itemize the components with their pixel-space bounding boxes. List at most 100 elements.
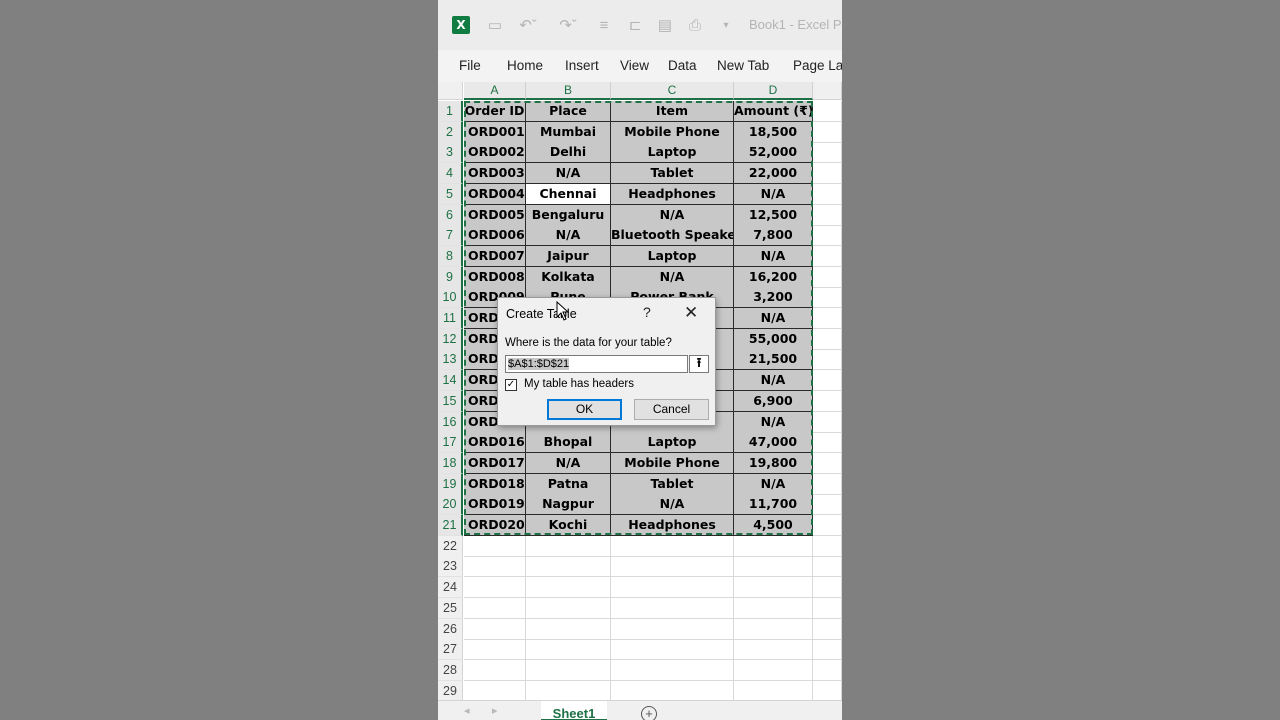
help-button[interactable]: ? <box>643 304 651 320</box>
table-cell[interactable]: 47,000 <box>734 432 813 454</box>
empty-cell[interactable] <box>813 204 842 226</box>
menu-view[interactable]: View <box>620 58 649 73</box>
table-cell[interactable]: 16,200 <box>734 266 813 288</box>
close-icon[interactable]: ✕ <box>684 303 698 323</box>
row-header[interactable]: 18 <box>438 452 463 474</box>
row-header[interactable]: 2 <box>438 121 463 143</box>
empty-cell[interactable] <box>611 556 734 578</box>
empty-cell[interactable] <box>813 556 842 578</box>
open-icon[interactable]: ⊏ <box>626 14 644 36</box>
row-header[interactable]: 14 <box>438 370 463 392</box>
table-cell[interactable]: Nagpur <box>526 494 611 516</box>
row-header[interactable]: 13 <box>438 349 463 371</box>
table-cell[interactable]: ORD016 <box>464 432 526 454</box>
row-header[interactable]: 27 <box>438 639 463 661</box>
table-cell[interactable]: 6,900 <box>734 390 813 412</box>
table-cell[interactable]: Delhi <box>526 142 611 164</box>
headers-checkbox-label[interactable]: My table has headers <box>524 378 634 390</box>
empty-cell[interactable] <box>813 101 842 122</box>
empty-cell[interactable] <box>813 225 842 247</box>
column-header[interactable] <box>813 82 842 100</box>
row-header[interactable]: 12 <box>438 328 463 350</box>
empty-cell[interactable] <box>611 680 734 702</box>
table-cell[interactable]: ORD005 <box>464 204 526 226</box>
table-cell[interactable]: N/A <box>526 452 611 474</box>
row-header[interactable]: 11 <box>438 308 463 329</box>
table-cell[interactable]: Mumbai <box>526 121 611 143</box>
row-header[interactable]: 23 <box>438 556 463 578</box>
column-header[interactable]: C <box>611 82 734 100</box>
table-cell[interactable]: 11,700 <box>734 494 813 516</box>
empty-cell[interactable] <box>813 266 842 288</box>
empty-cell[interactable] <box>813 287 842 309</box>
empty-cell[interactable] <box>734 597 813 619</box>
table-cell[interactable]: N/A <box>611 204 734 226</box>
print-icon[interactable]: ⎙ <box>686 14 704 36</box>
table-cell[interactable]: N/A <box>611 494 734 516</box>
table-cell[interactable]: 7,800 <box>734 225 813 247</box>
table-cell[interactable]: Bengaluru <box>526 204 611 226</box>
empty-cell[interactable] <box>734 577 813 599</box>
empty-cell[interactable] <box>734 639 813 661</box>
empty-cell[interactable] <box>813 142 842 164</box>
empty-cell[interactable] <box>464 680 526 702</box>
empty-cell[interactable] <box>464 659 526 681</box>
empty-cell[interactable] <box>813 680 842 702</box>
menu-new-tab[interactable]: New Tab <box>717 58 769 73</box>
row-header[interactable]: 6 <box>438 204 463 226</box>
row-header[interactable]: 24 <box>438 577 463 599</box>
table-cell[interactable]: Laptop <box>611 142 734 164</box>
empty-cell[interactable] <box>734 618 813 640</box>
empty-cell[interactable] <box>813 390 842 412</box>
empty-cell[interactable] <box>813 597 842 619</box>
table-cell[interactable]: N/A <box>734 411 813 433</box>
empty-cell[interactable] <box>813 473 842 495</box>
empty-cell[interactable] <box>464 556 526 578</box>
table-cell[interactable]: N/A <box>526 225 611 247</box>
select-all-corner[interactable] <box>438 82 463 100</box>
empty-cell[interactable] <box>526 535 611 557</box>
empty-cell[interactable] <box>526 597 611 619</box>
empty-cell[interactable] <box>611 659 734 681</box>
empty-cell[interactable] <box>813 452 842 474</box>
redo-icon[interactable]: ↷ˇ <box>554 14 582 36</box>
table-cell[interactable]: ORD018 <box>464 473 526 495</box>
table-cell[interactable]: N/A <box>611 266 734 288</box>
table-cell[interactable]: Tablet <box>611 163 734 185</box>
row-header[interactable]: 8 <box>438 245 463 267</box>
table-cell[interactable]: N/A <box>734 245 813 267</box>
table-cell[interactable]: 52,000 <box>734 142 813 164</box>
row-header[interactable]: 15 <box>438 390 463 412</box>
empty-cell[interactable] <box>526 680 611 702</box>
menu-file[interactable]: File <box>459 58 481 73</box>
empty-cell[interactable] <box>813 411 842 433</box>
cancel-button[interactable]: Cancel <box>634 399 709 420</box>
empty-cell[interactable] <box>813 535 842 557</box>
row-header[interactable]: 4 <box>438 163 463 185</box>
table-cell[interactable]: Mobile Phone <box>611 121 734 143</box>
row-header[interactable]: 26 <box>438 618 463 640</box>
row-header[interactable]: 17 <box>438 432 463 454</box>
table-cell[interactable]: Kochi <box>526 515 611 536</box>
row-header[interactable]: 28 <box>438 659 463 681</box>
table-cell[interactable]: Chennai <box>526 183 611 205</box>
header-cell[interactable]: Order ID <box>464 101 526 122</box>
empty-cell[interactable] <box>611 618 734 640</box>
empty-cell[interactable] <box>813 618 842 640</box>
table-cell[interactable]: 21,500 <box>734 349 813 371</box>
column-header[interactable]: D <box>734 82 813 100</box>
empty-cell[interactable] <box>813 639 842 661</box>
column-header[interactable]: A <box>464 82 526 100</box>
empty-cell[interactable] <box>464 597 526 619</box>
empty-cell[interactable] <box>813 659 842 681</box>
menu-insert[interactable]: Insert <box>565 58 599 73</box>
table-cell[interactable]: ORD007 <box>464 245 526 267</box>
format-icon[interactable]: ≡ <box>596 14 612 36</box>
ok-button[interactable]: OK <box>547 399 622 420</box>
empty-cell[interactable] <box>611 639 734 661</box>
empty-cell[interactable] <box>526 556 611 578</box>
table-cell[interactable]: N/A <box>734 473 813 495</box>
empty-cell[interactable] <box>813 494 842 516</box>
empty-cell[interactable] <box>526 639 611 661</box>
empty-cell[interactable] <box>813 121 842 143</box>
